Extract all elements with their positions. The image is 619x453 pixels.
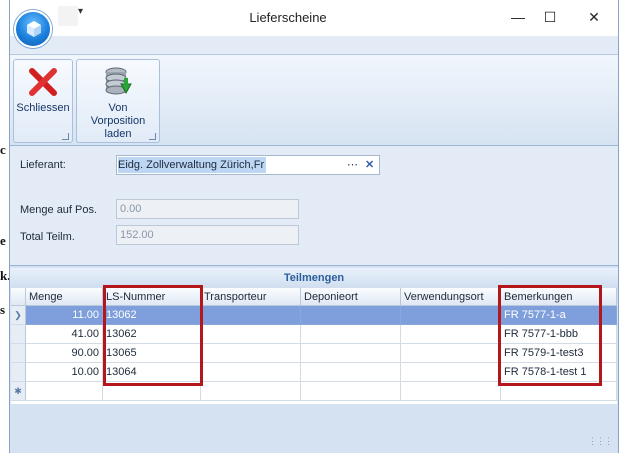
cell-transporteur[interactable] [201, 344, 301, 363]
cell-deponieort[interactable] [301, 382, 401, 401]
cell-menge[interactable]: 90.00 [26, 344, 103, 363]
cell-deponieort[interactable] [301, 325, 401, 344]
cell-transporteur[interactable] [201, 363, 301, 382]
clear-icon[interactable]: ✕ [365, 156, 374, 174]
close-form-button[interactable]: Schliessen [13, 59, 73, 143]
lieferant-field[interactable]: Eidg. Zollverwaltung Zürich,Fr ⋯ ✕ [116, 155, 380, 175]
total-label: Total Teilm. [20, 231, 75, 243]
row-indicator [11, 325, 26, 344]
background-text: c [0, 142, 6, 157]
column-header-menge[interactable]: Menge [26, 288, 103, 306]
cell-deponieort[interactable] [301, 344, 401, 363]
group-expander-icon[interactable] [149, 133, 156, 140]
background-text: s [0, 302, 6, 317]
cell-transporteur[interactable] [201, 306, 301, 325]
cube-icon [27, 21, 41, 37]
minimize-button[interactable]: — [508, 8, 528, 26]
menge-label: Menge auf Pos. [20, 204, 98, 216]
cell-verwendungsort[interactable] [401, 382, 501, 401]
cell-verwendungsort[interactable] [401, 344, 501, 363]
cell-menge[interactable]: 10.00 [26, 363, 103, 382]
cell-menge[interactable] [26, 382, 103, 401]
cell-verwendungsort[interactable] [401, 325, 501, 344]
application-button[interactable] [14, 10, 52, 48]
cell-deponieort[interactable] [301, 306, 401, 325]
cell-verwendungsort[interactable] [401, 306, 501, 325]
cell-verwendungsort[interactable] [401, 363, 501, 382]
ls-nummer-highlight-box [103, 285, 203, 386]
maximize-button[interactable]: ☐ [540, 8, 560, 26]
group-expander-icon[interactable] [62, 133, 69, 140]
background-text: e [0, 233, 6, 248]
new-row-asterisk-icon: ✱ [11, 382, 26, 401]
lieferscheine-window: ▾ Lieferscheine — ☐ ✕ Schliessen Von Vor… [9, 0, 619, 453]
database-download-icon [105, 67, 132, 95]
ribbon: Schliessen Von Vorposition laden [10, 54, 618, 146]
row-indicator [11, 363, 26, 382]
cell-transporteur[interactable] [201, 325, 301, 344]
ellipsis-icon[interactable]: ⋯ [347, 156, 358, 174]
cell-transporteur[interactable] [201, 382, 301, 401]
total-field: 152.00 [116, 225, 299, 245]
close-x-icon [29, 68, 57, 96]
close-form-label: Schliessen [16, 102, 70, 114]
load-from-previous-label: Von Vorposition laden [90, 102, 146, 140]
close-button[interactable]: ✕ [584, 8, 604, 26]
column-header-verwendungsort[interactable]: Verwendungsort [401, 288, 501, 306]
row-pointer-icon: ❯ [11, 306, 26, 325]
resize-grip-icon[interactable]: ⋮⋮⋮ [588, 436, 613, 447]
header-indicator [11, 288, 26, 306]
column-header-deponieort[interactable]: Deponieort [301, 288, 401, 306]
cell-menge[interactable]: 11.00 [26, 306, 103, 325]
menge-field: 0.00 [116, 199, 299, 219]
column-header-transporteur[interactable]: Transporteur [201, 288, 301, 306]
title-bar: ▾ Lieferscheine — ☐ ✕ [10, 0, 618, 36]
cell-menge[interactable]: 41.00 [26, 325, 103, 344]
lieferant-value: Eidg. Zollverwaltung Zürich,Fr [118, 157, 267, 173]
window-title: Lieferscheine [249, 10, 327, 25]
load-from-previous-button[interactable]: Von Vorposition laden [76, 59, 160, 143]
bemerkungen-highlight-box [498, 285, 602, 386]
row-indicator [11, 344, 26, 363]
cell-deponieort[interactable] [301, 363, 401, 382]
lieferant-label: Lieferant: [20, 159, 66, 171]
